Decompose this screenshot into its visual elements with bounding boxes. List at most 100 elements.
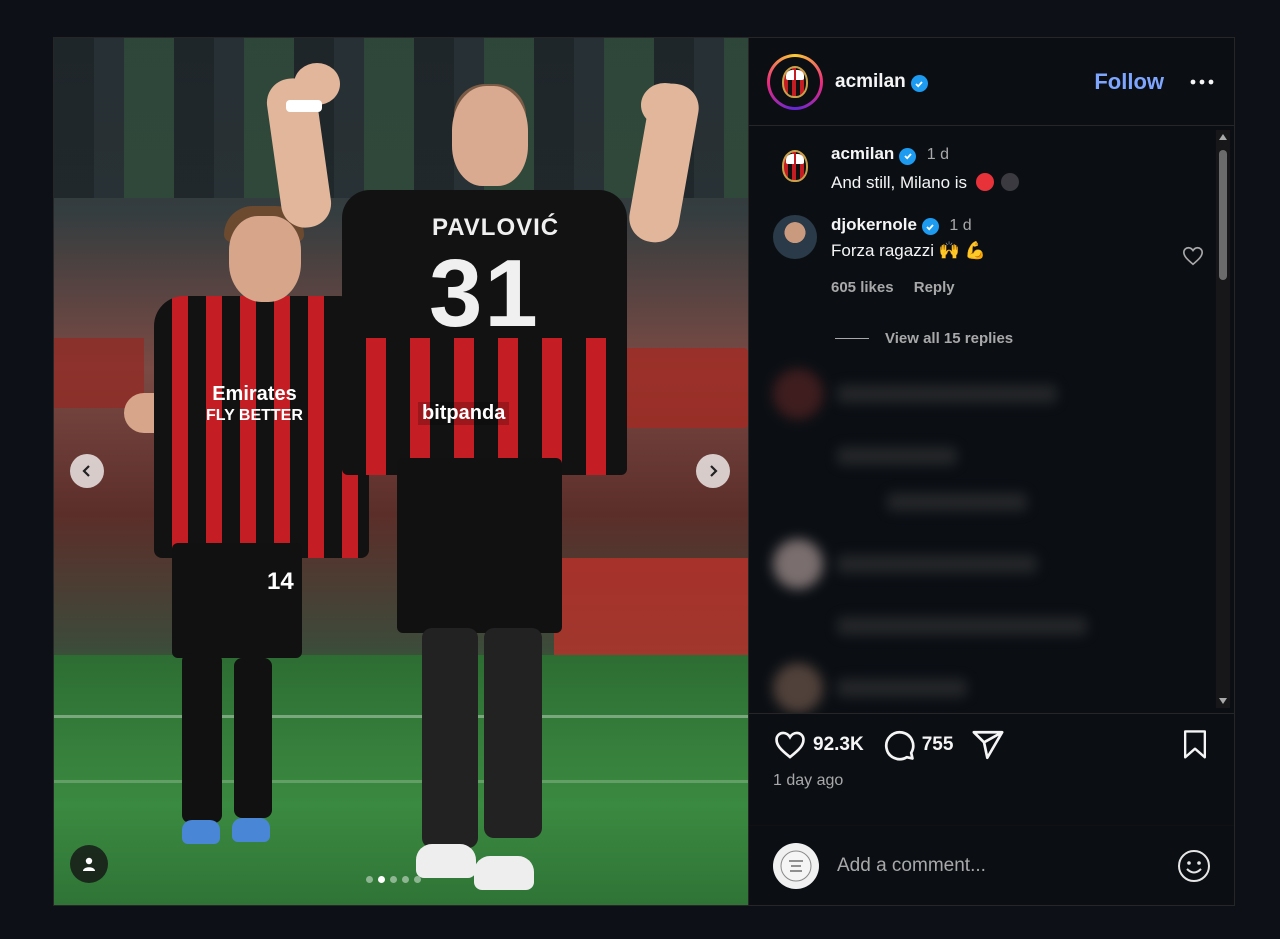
likes-count[interactable]: 92.3K — [813, 734, 864, 756]
blurred-bar — [837, 617, 1087, 635]
black-circle-emoji-icon — [1000, 172, 1019, 191]
comment-text: Forza ragazzi 🙌 💪 — [831, 241, 986, 260]
scroll-thumb[interactable] — [1219, 150, 1227, 280]
player-head — [452, 86, 528, 186]
comment-input[interactable] — [837, 854, 1176, 877]
blurred-bar — [837, 385, 1057, 403]
share-button[interactable] — [971, 728, 1005, 762]
milan-crest-icon — [782, 65, 808, 98]
like-button[interactable]: 92.3K — [773, 728, 864, 762]
player-fist — [294, 63, 340, 105]
caption-text: And still, Milano is — [831, 172, 968, 192]
view-replies-label[interactable]: View all 15 replies — [885, 330, 1013, 347]
caption-time[interactable]: 1 d — [927, 146, 949, 163]
caption-header: acmilan 1 d — [831, 144, 1019, 165]
comments-scrollbar[interactable] — [1216, 130, 1230, 708]
player-left-shorts — [172, 543, 302, 658]
caption-username[interactable]: acmilan — [831, 144, 894, 163]
front-sponsor-line2: FLY BETTER — [206, 407, 303, 424]
post-header: acmilan Follow — [749, 38, 1234, 126]
emoji-icon[interactable] — [1176, 848, 1212, 884]
comment-time[interactable]: 1 d — [949, 217, 971, 234]
comment-body: djokernole 1 d Forza ragazzi 🙌 💪 605 lik… — [831, 215, 986, 297]
caption-text-row: And still, Milano is — [831, 172, 1019, 193]
comments-count[interactable]: 755 — [922, 734, 954, 756]
author-avatar[interactable] — [767, 53, 823, 110]
verified-badge-icon — [899, 147, 917, 165]
comment-icon — [884, 731, 915, 761]
previous-slide-button[interactable] — [70, 454, 104, 488]
scroll-down-arrow[interactable] — [1219, 698, 1227, 704]
player-left-head — [229, 216, 301, 302]
author-username[interactable]: acmilan — [835, 71, 928, 93]
blurred-avatar — [773, 663, 823, 713]
carousel-dot — [414, 876, 421, 883]
follow-button[interactable]: Follow — [1094, 69, 1164, 95]
caption-body: acmilan 1 d And still, Milano is — [831, 144, 1019, 193]
carousel-dot — [402, 876, 409, 883]
player-leg — [422, 628, 478, 848]
post-modal: Emirates FLY BETTER 14 PAVLOVIĆ 31 bitpa… — [53, 37, 1235, 906]
player-left-leg — [234, 658, 272, 818]
comment-header: djokernole 1 d — [831, 215, 986, 235]
player-shorts — [397, 458, 562, 633]
current-user-avatar[interactable] — [773, 842, 819, 889]
blurred-row — [773, 663, 1210, 713]
comments-section[interactable]: acmilan 1 d And still, Milano is djokern… — [749, 126, 1234, 713]
more-icon — [1190, 79, 1214, 84]
chevron-left-icon — [82, 465, 90, 477]
action-row: 92.3K 755 — [773, 728, 1210, 762]
comment-likes[interactable]: 605 likes — [831, 279, 894, 296]
more-options-button[interactable] — [1190, 70, 1214, 94]
next-slide-button[interactable] — [696, 454, 730, 488]
blurred-bar — [887, 493, 1027, 511]
blurred-row — [773, 617, 1210, 635]
player-left-boot — [182, 820, 220, 844]
pitch — [54, 655, 748, 905]
scroll-up-arrow[interactable] — [1219, 134, 1227, 140]
carousel-dot-active — [378, 876, 385, 883]
comment-button[interactable]: 755 — [882, 728, 954, 762]
player-fist — [641, 83, 689, 127]
player-boot — [416, 844, 476, 878]
player-leg — [484, 628, 542, 838]
red-circle-emoji-icon — [975, 172, 994, 191]
tagged-users-button[interactable] — [70, 845, 108, 883]
player-boot — [474, 856, 534, 890]
comment-item: djokernole 1 d Forza ragazzi 🙌 💪 605 lik… — [773, 214, 1210, 297]
carousel-dot — [366, 876, 373, 883]
shirt-name: PAVLOVIĆ — [432, 214, 560, 241]
post-timestamp[interactable]: 1 day ago — [773, 772, 1210, 790]
blurred-row — [773, 539, 1210, 589]
player-left-boot — [232, 818, 270, 842]
back-sponsor: bitpanda — [418, 402, 510, 425]
player-left-shirt — [154, 296, 369, 558]
carousel-indicator — [366, 876, 421, 883]
commenter-username[interactable]: djokernole — [831, 215, 917, 234]
pitch-line — [54, 780, 748, 783]
author-username-text[interactable]: acmilan — [835, 71, 906, 92]
verified-badge-icon — [921, 218, 939, 235]
blurred-bar — [837, 679, 967, 697]
chevron-right-icon — [710, 465, 718, 477]
replies-divider — [835, 338, 869, 339]
user-tag-icon — [83, 857, 95, 871]
user-avatar-icon — [780, 850, 812, 881]
shirt-number: 31 — [429, 240, 540, 347]
reply-button[interactable]: Reply — [914, 279, 955, 296]
carousel-dot — [390, 876, 397, 883]
blurred-bar — [837, 555, 1037, 573]
player-left-leg — [182, 653, 222, 823]
blurred-row — [773, 369, 1210, 419]
pitch-line — [54, 715, 748, 718]
caption-avatar[interactable] — [773, 144, 817, 188]
wristband — [286, 100, 322, 112]
comment-like-heart-icon[interactable] — [1182, 245, 1204, 267]
blurred-row — [773, 493, 1210, 511]
post-media[interactable]: Emirates FLY BETTER 14 PAVLOVIĆ 31 bitpa… — [54, 38, 748, 905]
post-actions: 92.3K 755 1 day ago — [749, 713, 1234, 825]
view-replies-button[interactable]: View all 15 replies — [835, 330, 1210, 347]
share-icon — [972, 730, 1004, 760]
bookmark-icon[interactable] — [1180, 729, 1210, 761]
commenter-avatar[interactable] — [773, 214, 817, 259]
